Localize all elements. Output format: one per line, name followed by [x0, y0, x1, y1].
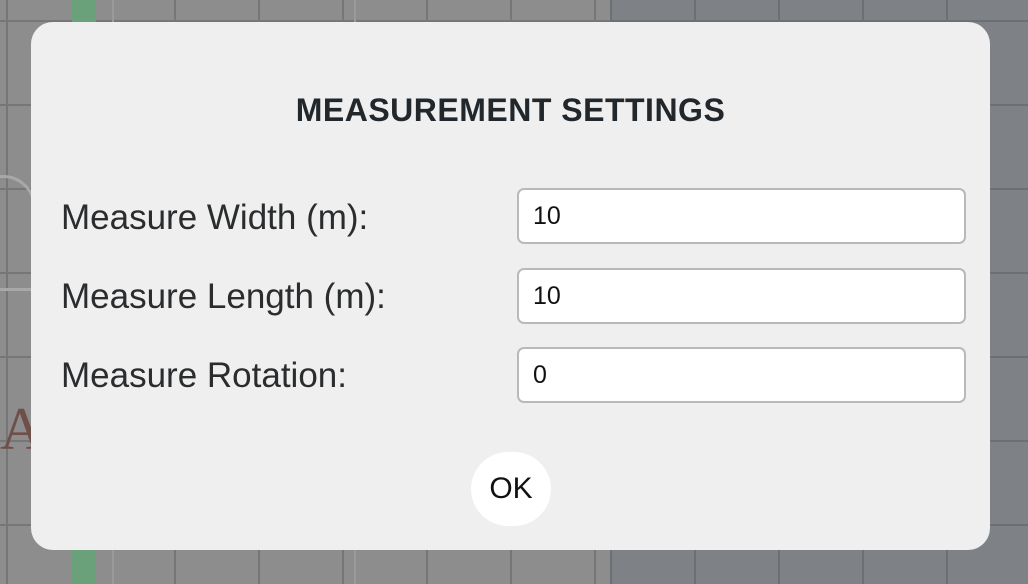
- measure-width-input[interactable]: [517, 188, 966, 244]
- measure-length-label: Measure Length (m):: [61, 277, 386, 316]
- measure-rotation-label: Measure Rotation:: [61, 356, 347, 395]
- measurement-settings-dialog: MEASUREMENT SETTINGS Measure Width (m): …: [31, 22, 990, 550]
- dialog-title: MEASUREMENT SETTINGS: [295, 92, 726, 128]
- ok-button[interactable]: OK: [471, 452, 551, 526]
- measure-length-input[interactable]: [517, 268, 966, 324]
- measure-width-label: Measure Width (m):: [61, 198, 369, 237]
- measure-rotation-input[interactable]: [517, 347, 966, 403]
